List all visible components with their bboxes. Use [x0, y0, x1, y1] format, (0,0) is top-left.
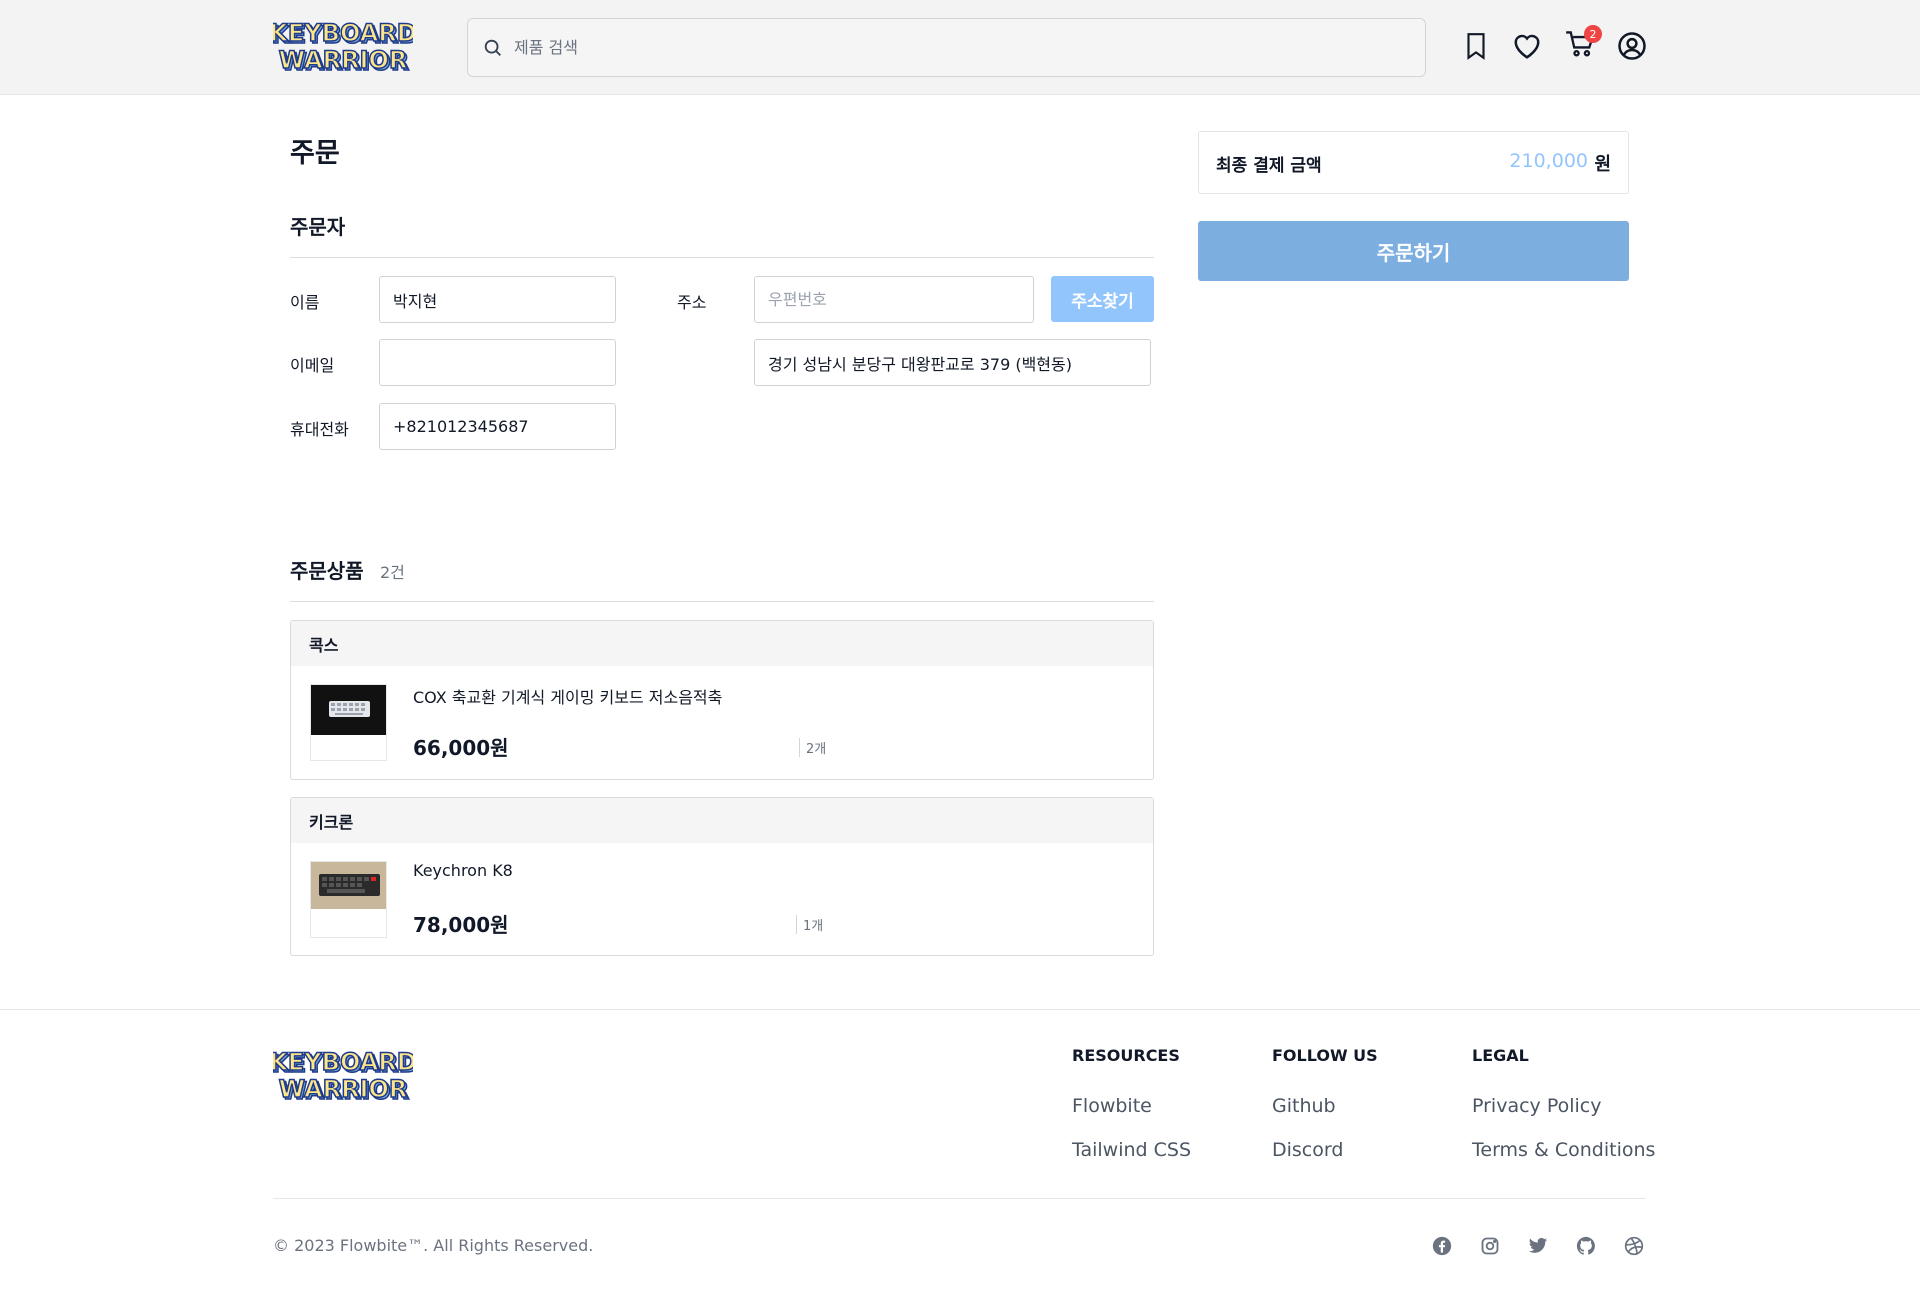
name-label: 이름 [290, 293, 320, 312]
phone-label: 휴대전화 [290, 420, 349, 439]
facebook-icon[interactable] [1430, 1234, 1454, 1258]
order-items-title: 주문상품 [290, 559, 364, 583]
footer-legal-title: LEGAL [1472, 1046, 1529, 1065]
search-input[interactable] [514, 38, 1394, 57]
footer-link-flowbite[interactable]: Flowbite [1072, 1095, 1152, 1117]
footer-resources-title: RESOURCES [1072, 1046, 1180, 1065]
currency-unit: 원 [1594, 154, 1611, 175]
footer-link-discord[interactable]: Discord [1272, 1139, 1343, 1161]
dribbble-icon[interactable] [1622, 1234, 1646, 1258]
store-card: 콕스 COX 축교환 기계식 게이밍 키보드 저소음적축 66,000원 2개 [290, 620, 1154, 780]
brand-logo[interactable]: KEYBOARD KEYBOARD WARRIOR WARRIOR [273, 16, 413, 76]
product-thumbnail[interactable] [310, 684, 387, 761]
store-name: 콕스 [291, 621, 1153, 666]
address-field[interactable] [754, 339, 1151, 386]
product-name[interactable]: Keychron K8 [413, 861, 513, 880]
address-label: 주소 [677, 293, 707, 312]
store-name: 키크론 [291, 798, 1153, 843]
twitter-icon[interactable] [1526, 1234, 1550, 1258]
email-field[interactable] [379, 339, 616, 386]
divider [290, 257, 1154, 258]
instagram-icon[interactable] [1478, 1234, 1502, 1258]
footer-logo[interactable]: KEYBOARD KEYBOARD WARRIOR WARRIOR [273, 1045, 413, 1105]
footer-divider [273, 1198, 1646, 1199]
svg-text:WARRIOR: WARRIOR [279, 1075, 408, 1103]
order-items-count: 2건 [380, 563, 405, 582]
svg-text:KEYBOARD: KEYBOARD [273, 19, 413, 47]
header: KEYBOARD KEYBOARD WARRIOR WARRIOR 2 [0, 0, 1920, 95]
orderer-section-title: 주문자 [290, 215, 346, 239]
footer-link-tailwind[interactable]: Tailwind CSS [1072, 1139, 1191, 1161]
page-title: 주문 [290, 138, 340, 169]
footer-divider [0, 1009, 1920, 1010]
payment-summary: 최종 결제 금액 210,000 원 [1198, 131, 1629, 194]
cart-button[interactable]: 2 [1564, 25, 1602, 62]
final-amount-value: 210,000 [1509, 150, 1588, 172]
name-field[interactable] [379, 276, 616, 323]
heart-icon[interactable] [1511, 30, 1543, 62]
final-amount-label: 최종 결제 금액 [1216, 156, 1322, 176]
copyright-text: © 2023 Flowbite™. All Rights Reserved. [273, 1236, 594, 1255]
footer-link-terms[interactable]: Terms & Conditions [1472, 1139, 1655, 1161]
store-card: 키크론 Keychron K8 78,000원 1개 [290, 797, 1154, 956]
product-price: 78,000원 [413, 913, 509, 937]
bookmark-icon[interactable] [1460, 30, 1492, 62]
email-label: 이메일 [290, 356, 335, 375]
product-quantity: 1개 [796, 915, 823, 934]
cart-count-badge: 2 [1584, 25, 1602, 43]
find-address-button[interactable]: 주소찾기 [1051, 276, 1154, 322]
svg-text:WARRIOR: WARRIOR [279, 46, 408, 74]
postcode-field[interactable] [754, 276, 1034, 323]
phone-field[interactable] [379, 403, 616, 450]
github-icon[interactable] [1574, 1234, 1598, 1258]
product-name[interactable]: COX 축교환 기계식 게이밍 키보드 저소음적축 [413, 684, 722, 708]
footer-link-github[interactable]: Github [1272, 1095, 1336, 1117]
footer-follow-title: FOLLOW US [1272, 1046, 1378, 1065]
user-icon[interactable] [1616, 30, 1648, 62]
search-bar[interactable] [467, 18, 1426, 77]
place-order-button[interactable]: 주문하기 [1198, 221, 1629, 281]
product-thumbnail[interactable] [310, 861, 387, 938]
search-icon [482, 37, 504, 59]
product-quantity: 2개 [799, 738, 826, 757]
svg-text:KEYBOARD: KEYBOARD [273, 1048, 413, 1076]
product-price: 66,000원 [413, 736, 509, 760]
footer-link-privacy[interactable]: Privacy Policy [1472, 1095, 1601, 1117]
divider [290, 601, 1154, 602]
